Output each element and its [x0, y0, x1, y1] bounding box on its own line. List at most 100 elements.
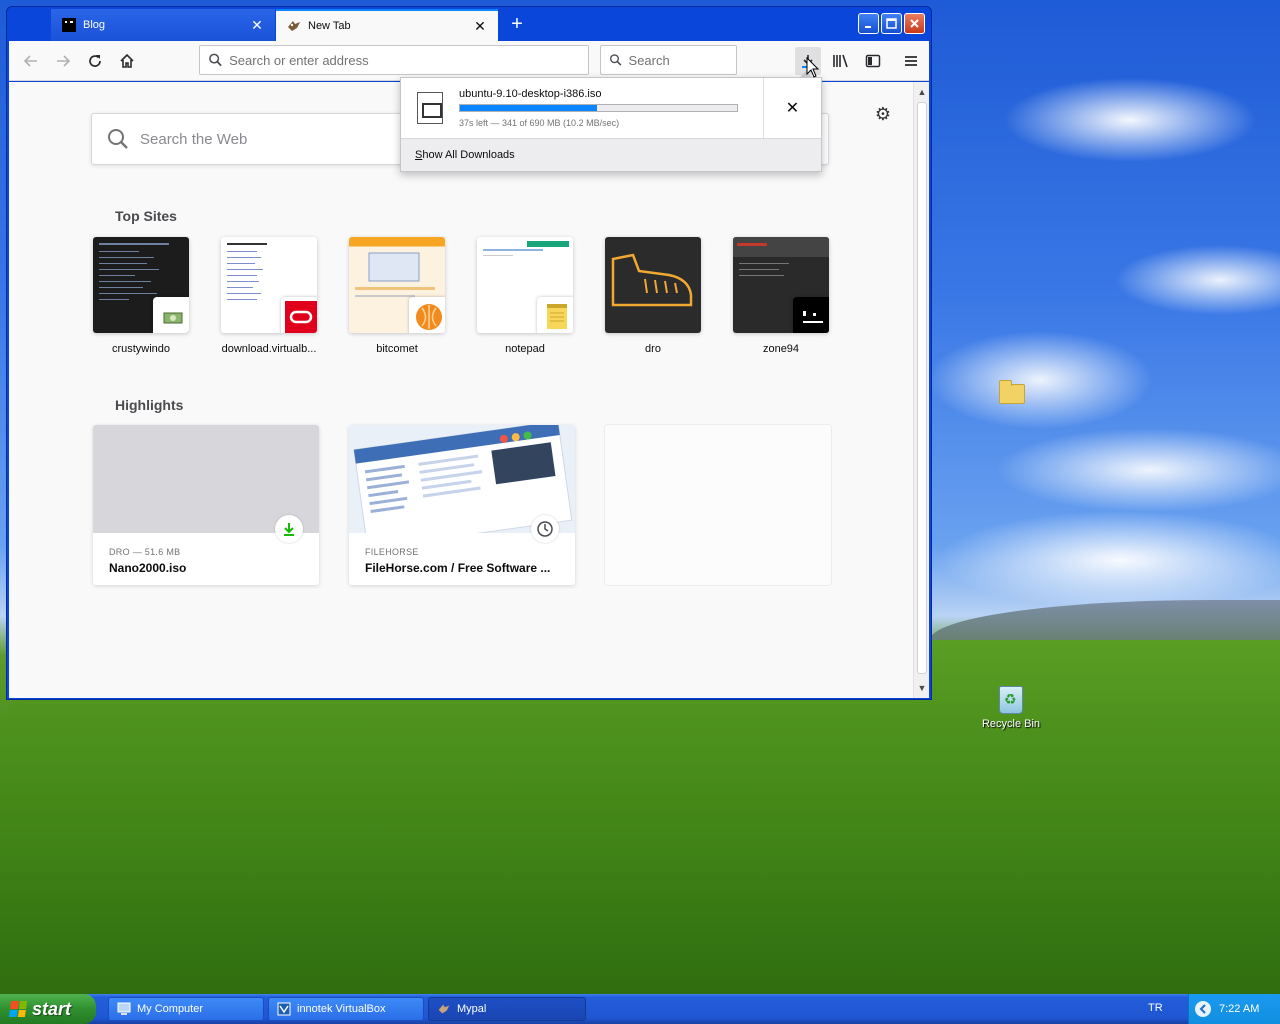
home-icon — [120, 53, 134, 68]
site-label: download.virtualb... — [221, 343, 317, 355]
reload-icon — [89, 55, 101, 67]
search-input[interactable] — [628, 52, 736, 68]
highlight-image — [349, 425, 575, 543]
new-tab-button[interactable]: + — [505, 13, 529, 37]
taskbar-button-my-computer[interactable]: My Computer — [108, 997, 264, 1021]
highlight-image — [93, 425, 319, 543]
sidebar-icon — [865, 54, 881, 68]
taskbar-button-label: Mypal — [457, 1003, 487, 1015]
close-window-button[interactable] — [904, 13, 925, 34]
download-progress-fill — [460, 105, 597, 111]
sidebar-button[interactable] — [859, 47, 887, 75]
system-tray: 7:22 AM — [1188, 994, 1280, 1024]
show-all-downloads-button[interactable]: Show All Downloads — [401, 138, 821, 171]
show-all-downloads-label: how All Downloads — [422, 149, 515, 161]
download-filename: ubuntu-9.10-desktop-i386.iso — [459, 88, 602, 100]
scroll-up-arrow-icon[interactable]: ▲ — [914, 84, 930, 100]
site-thumbnail — [221, 237, 317, 333]
top-site-tile[interactable]: bitcomet — [345, 237, 449, 355]
my-computer-icon — [117, 1002, 131, 1016]
mypal-favicon — [286, 18, 302, 34]
search-icon — [610, 54, 622, 66]
library-button[interactable] — [827, 47, 855, 75]
site-label: notepad — [505, 343, 545, 355]
download-item[interactable]: ubuntu-9.10-desktop-i386.iso 37s left — … — [401, 78, 821, 138]
highlight-context: FILEHORSE — [365, 547, 419, 557]
forward-button[interactable] — [49, 47, 77, 75]
site-thumbnail — [93, 237, 189, 333]
customize-gear-button[interactable]: ⚙ — [871, 104, 895, 128]
gear-icon: ⚙ — [874, 104, 892, 124]
clock[interactable]: 7:22 AM — [1219, 1003, 1259, 1015]
tab-new-tab[interactable]: New Tab ✕ — [276, 9, 498, 41]
zone94-icon — [793, 297, 829, 333]
back-button[interactable] — [17, 47, 45, 75]
web-search-input[interactable] — [140, 130, 420, 148]
cancel-download-button[interactable]: ✕ — [763, 78, 821, 138]
tab-title: Blog — [83, 19, 106, 31]
tab-close-icon[interactable]: ✕ — [472, 18, 488, 34]
boot-icon — [611, 253, 693, 307]
library-icon — [833, 54, 848, 68]
top-site-tile[interactable]: dro — [601, 237, 705, 355]
hamburger-menu-icon — [905, 56, 917, 66]
top-site-tile[interactable]: crustywindo — [89, 237, 193, 355]
highlight-context: DRO — 51.6 MB — [109, 547, 181, 557]
download-status: 37s left — 341 of 690 MB (10.2 MB/sec) — [459, 118, 620, 128]
top-site-tile[interactable]: notepad — [473, 237, 577, 355]
download-progress-bar — [459, 104, 738, 112]
tab-blog[interactable]: Blog ✕ — [51, 9, 275, 41]
browser-window: Blog ✕ New Tab ✕ + Search or enter addre… — [6, 6, 932, 700]
address-bar[interactable] — [199, 45, 589, 75]
oracle-icon — [281, 297, 317, 333]
maximize-icon — [886, 18, 897, 29]
highlight-card[interactable]: DRO — 51.6 MB Nano2000.iso — [93, 425, 319, 585]
search-icon — [108, 129, 128, 149]
site-label: crustywindo — [111, 343, 171, 355]
highlight-placeholder — [605, 425, 831, 585]
desktop-recycle-bin[interactable]: Recycle Bin — [971, 686, 1051, 730]
highlight-card[interactable]: FILEHORSE FileHorse.com / Free Software … — [349, 425, 575, 585]
top-site-tile[interactable]: download.virtualb... — [217, 237, 321, 355]
tab-title: New Tab — [308, 20, 351, 32]
home-button[interactable] — [113, 47, 141, 75]
recycle-bin-icon — [999, 686, 1023, 714]
site-label: dro — [645, 343, 661, 355]
top-site-tile[interactable]: zone94 — [729, 237, 833, 355]
start-label: start — [32, 998, 72, 1019]
taskbar: start My Computer innotek VirtualBox Myp… — [0, 994, 1280, 1024]
maximize-button[interactable] — [881, 13, 902, 34]
navigation-toolbar — [9, 41, 929, 81]
page-scrollbar[interactable]: ▲ ▼ — [913, 82, 929, 698]
taskbar-button-label: innotek VirtualBox — [297, 1003, 386, 1015]
tab-close-icon[interactable]: ✕ — [249, 17, 265, 33]
scroll-thumb[interactable] — [917, 102, 927, 674]
desktop-folder[interactable] — [972, 380, 1052, 408]
menu-button[interactable] — [897, 47, 925, 75]
forward-arrow-icon — [57, 55, 71, 67]
reload-button[interactable] — [81, 47, 109, 75]
minimize-button[interactable] — [858, 13, 879, 34]
site-label: zone94 — [762, 343, 800, 355]
notepad-icon — [537, 297, 573, 333]
language-indicator[interactable]: TR — [1148, 1002, 1163, 1014]
virtualbox-icon — [277, 1002, 291, 1016]
network-icon[interactable] — [1195, 1001, 1211, 1017]
minimize-icon — [864, 25, 871, 28]
top-sites-heading: Top Sites — [115, 208, 177, 224]
address-input[interactable] — [229, 52, 588, 68]
folder-icon — [999, 380, 1025, 404]
mouse-cursor-icon — [806, 57, 820, 78]
site-thumbnail — [349, 237, 445, 333]
taskbar-button-mypal[interactable]: Mypal — [428, 997, 586, 1021]
tab-strip: Blog ✕ New Tab ✕ + — [9, 9, 929, 41]
taskbar-button-virtualbox[interactable]: innotek VirtualBox — [268, 997, 424, 1021]
money-icon — [153, 297, 189, 333]
scroll-down-arrow-icon[interactable]: ▼ — [914, 680, 930, 696]
search-box[interactable] — [600, 45, 737, 75]
downloads-panel: ubuntu-9.10-desktop-i386.iso 37s left — … — [400, 71, 822, 172]
disc-image-file-icon — [417, 92, 443, 124]
search-icon — [209, 53, 222, 67]
start-button[interactable]: start — [0, 994, 96, 1024]
window-controls — [858, 13, 925, 34]
